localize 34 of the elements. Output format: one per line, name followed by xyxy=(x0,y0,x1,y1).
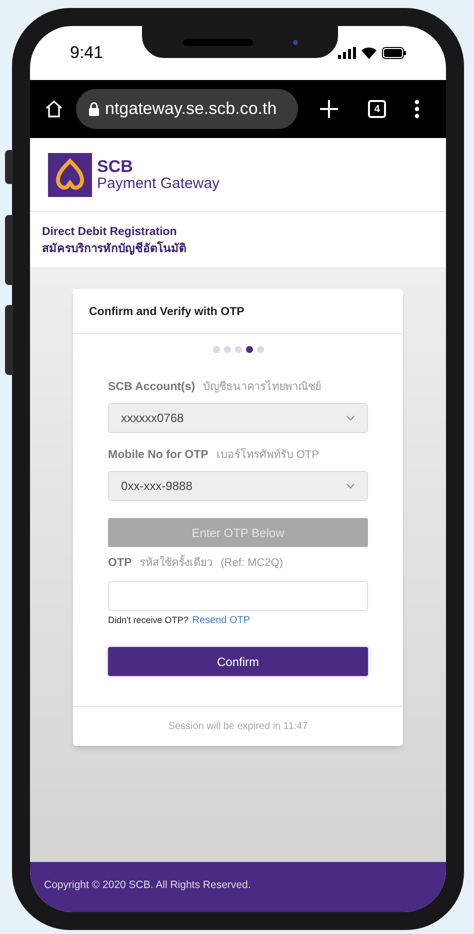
status-time: 9:41 xyxy=(70,42,104,64)
home-icon[interactable] xyxy=(44,99,64,119)
resend-prompt: Didn't receive OTP? xyxy=(108,614,188,628)
otp-banner: Enter OTP Below xyxy=(108,518,368,547)
tab-count-button[interactable]: 4 xyxy=(368,100,386,118)
select-field[interactable]: xxxxxx0768 xyxy=(108,402,368,433)
logo-icon xyxy=(48,152,92,196)
card-title: Confirm and Verify with OTP xyxy=(89,306,244,318)
page-subtitle: สมัครบริการหักบัญชีอัตโนมัติ xyxy=(42,241,187,258)
battery-icon xyxy=(382,47,406,59)
field-thai-label: บัญชีธนาคารไทยพาณิชย์ xyxy=(203,379,322,394)
otp-reference: (Ref: MC2Q) xyxy=(220,556,283,571)
field-label: SCB Account(s) xyxy=(108,380,196,394)
field-label: Mobile No for OTP xyxy=(108,448,208,463)
session-note: Session will be expired in 11:47 xyxy=(168,720,308,734)
plus-icon[interactable] xyxy=(318,98,340,120)
address-bar[interactable]: ntgateway.se.scb.co.th xyxy=(76,89,298,129)
page-title: Direct Debit Registration xyxy=(42,225,178,240)
chevron-down-icon xyxy=(346,483,355,489)
copyright-text: Copyright © 2020 SCB. All Rights Reserved. xyxy=(44,879,251,891)
confirm-button[interactable]: Confirm xyxy=(108,647,368,676)
more-icon[interactable] xyxy=(414,99,420,119)
signal-icon xyxy=(338,47,356,59)
field-thai-label: รหัสใช้ครั้งเดียว xyxy=(140,555,213,572)
brand-subtitle: Payment Gateway xyxy=(97,176,220,192)
brand-name: SCB xyxy=(97,158,134,176)
otp-input-field[interactable] xyxy=(108,581,368,612)
chevron-down-icon xyxy=(346,414,355,421)
wifi-icon xyxy=(361,47,377,59)
resend-otp-link[interactable]: Resend OTP xyxy=(192,613,250,628)
field-thai-label: เบอร์โทรศัพท์รับ OTP xyxy=(216,447,319,463)
lock-icon xyxy=(88,102,100,116)
field-label: OTP xyxy=(108,556,132,571)
select-field[interactable]: 0xx-xxx-9888 xyxy=(108,471,368,501)
